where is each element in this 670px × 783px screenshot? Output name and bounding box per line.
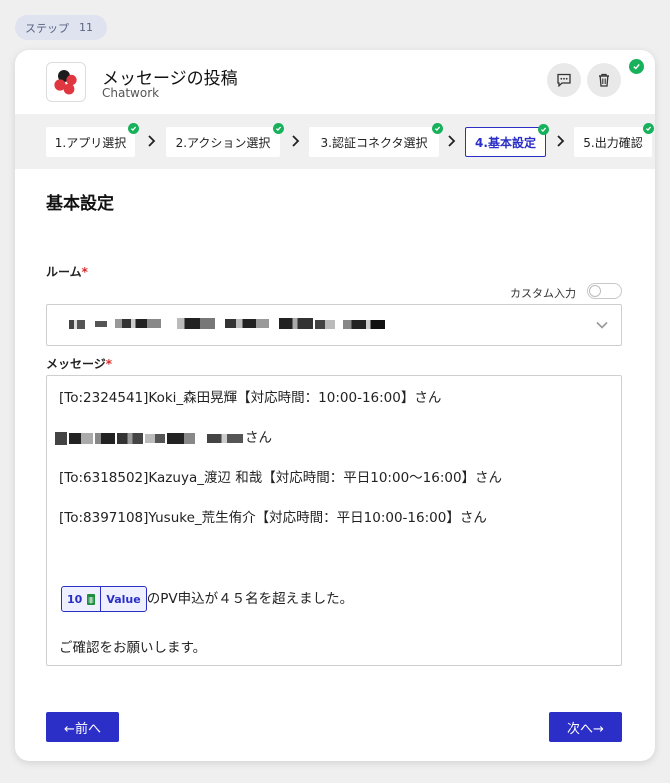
- message-line: [To:8397108]Yusuke_荒生侑介【対応時間：平日10:00-16:…: [59, 510, 487, 526]
- toggle-knob: [589, 285, 601, 297]
- room-label: ルーム*: [46, 265, 88, 279]
- custom-input-label: カスタム入力: [510, 287, 576, 300]
- message-label: メッセージ*: [46, 357, 113, 371]
- message-line: 10 Value のPV申込が４５名を超えました。: [61, 586, 353, 612]
- message-line: [To:6318502]Kazuya_渡辺 和哉【対応時間：平日10:00〜16…: [59, 470, 503, 486]
- message-line: [To:2324541]Koki_森田晃輝【対応時間：10:00-16:00】さ…: [59, 390, 442, 406]
- step-app-select[interactable]: 1.アプリ選択: [46, 123, 139, 157]
- chevron-right-icon: [292, 135, 300, 147]
- message-line: ご確認をお願いします。: [59, 640, 207, 656]
- step-badge-label: ステップ: [25, 21, 69, 35]
- completed-check-icon: [128, 123, 139, 134]
- spreadsheet-icon: [87, 593, 96, 605]
- next-button[interactable]: 次へ→: [549, 712, 622, 742]
- chevron-down-icon: [596, 321, 608, 329]
- completed-check-icon: [629, 59, 644, 74]
- step-output-check[interactable]: 5.出力確認: [574, 123, 654, 157]
- token-value: Value: [106, 592, 141, 606]
- delete-button[interactable]: [587, 63, 621, 97]
- comment-button[interactable]: [547, 63, 581, 97]
- step-label: 2.アクション選択: [175, 135, 271, 150]
- chevron-right-icon: [557, 135, 565, 147]
- prev-button[interactable]: ←前へ: [46, 712, 119, 742]
- redacted-mention: [55, 431, 245, 445]
- chevron-right-icon: [148, 135, 156, 147]
- custom-input-toggle[interactable]: [587, 283, 622, 299]
- step-badge-number: 11: [79, 21, 93, 34]
- completed-check-icon: [643, 123, 654, 134]
- message-textarea[interactable]: [To:2324541]Koki_森田晃輝【対応時間：10:00-16:00】さ…: [46, 375, 622, 666]
- step-label: 3.認証コネクタ選択: [320, 135, 428, 150]
- completed-check-icon: [538, 124, 549, 135]
- chatwork-logo-icon: [46, 62, 86, 102]
- app-name: Chatwork: [102, 86, 160, 100]
- completed-check-icon: [432, 123, 443, 134]
- section-title: 基本設定: [46, 194, 114, 214]
- step-label: 4.基本設定: [475, 135, 536, 150]
- step-connector-select[interactable]: 3.認証コネクタ選択: [309, 123, 443, 157]
- comment-icon: [557, 73, 571, 88]
- token-number: 10: [67, 592, 83, 606]
- step-basic-settings[interactable]: 4.基本設定: [465, 124, 549, 157]
- step-action-select[interactable]: 2.アクション選択: [166, 123, 284, 157]
- step-badge: ステップ 11: [15, 15, 107, 40]
- chevron-right-icon: [448, 135, 456, 147]
- message-line: さん: [55, 426, 272, 446]
- step-label: 5.出力確認: [583, 135, 643, 150]
- stepper: 1.アプリ選択 2.アクション選択 3.認証コネクタ選択 4.基本設定 5.出力…: [15, 114, 655, 169]
- step-label: 1.アプリ選択: [54, 135, 127, 150]
- step-card: メッセージの投稿 Chatwork 1.アプリ選択 2.アクション選択 3.認証…: [15, 50, 655, 761]
- variable-token[interactable]: 10 Value: [61, 586, 147, 612]
- completed-check-icon: [273, 123, 284, 134]
- room-select[interactable]: [46, 304, 622, 346]
- trash-icon: [599, 73, 609, 87]
